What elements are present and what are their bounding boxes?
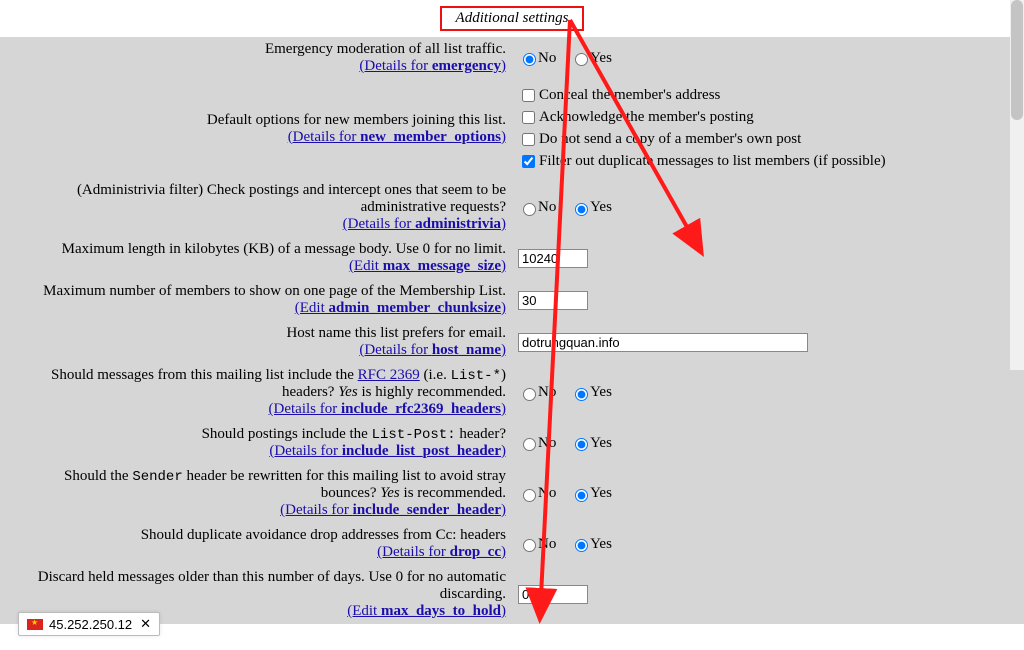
scrollbar-track[interactable]: [1010, 0, 1024, 370]
new-member-options-details-link[interactable]: (Details for new_member_options): [288, 129, 506, 145]
close-icon[interactable]: ✕: [140, 616, 151, 632]
list-post-label: Should postings include the List-Post: h…: [202, 426, 506, 442]
section-title: Additional settings: [440, 6, 585, 31]
administrivia-yes-radio[interactable]: [575, 203, 588, 216]
list-post-no-radio[interactable]: [523, 438, 536, 451]
chunksize-edit-link[interactable]: (Edit admin_member_chunksize): [295, 300, 506, 316]
rfc2369-no-radio[interactable]: [523, 388, 536, 401]
chunksize-input[interactable]: [518, 291, 588, 310]
new-member-options-label: Default options for new members joining …: [207, 112, 506, 128]
rfc2369-details-link[interactable]: (Details for include_rfc2369_headers): [269, 401, 506, 417]
nodup-checkbox[interactable]: [522, 155, 535, 168]
list-post-yes-radio[interactable]: [575, 438, 588, 451]
flag-icon: [27, 619, 43, 630]
administrivia-label: (Administrivia filter) Check postings an…: [77, 182, 506, 215]
host-name-input[interactable]: [518, 333, 808, 352]
emergency-yes-radio[interactable]: [575, 53, 588, 66]
rfc2369-link[interactable]: RFC 2369: [358, 367, 420, 383]
emergency-label: Emergency moderation of all list traffic…: [265, 41, 506, 57]
drop-cc-yes-radio[interactable]: [575, 539, 588, 552]
ack-checkbox[interactable]: [522, 111, 535, 124]
conceal-checkbox[interactable]: [522, 89, 535, 102]
ip-text: 45.252.250.12: [49, 617, 132, 632]
max-days-edit-link[interactable]: (Edit max_days_to_hold): [347, 603, 506, 619]
drop-cc-label: Should duplicate avoidance drop addresse…: [141, 527, 506, 543]
ip-widget[interactable]: 45.252.250.12 ✕: [18, 612, 160, 636]
list-post-details-link[interactable]: (Details for include_list_post_header): [269, 443, 506, 459]
max-days-label: Discard held messages older than this nu…: [38, 569, 506, 602]
emergency-no-radio[interactable]: [523, 53, 536, 66]
settings-table: Additional settings Emergency moderation…: [0, 0, 1024, 624]
chunksize-label: Maximum number of members to show on one…: [43, 283, 506, 299]
host-name-details-link[interactable]: (Details for host_name): [359, 342, 506, 358]
emergency-details-link[interactable]: (Details for emergency): [359, 58, 506, 74]
nocopy-checkbox[interactable]: [522, 133, 535, 146]
rfc2369-label: Should messages from this mailing list i…: [51, 367, 506, 400]
sender-header-label: Should the Sender header be rewritten fo…: [64, 468, 506, 501]
scrollbar-thumb[interactable]: [1011, 0, 1023, 120]
max-message-size-edit-link[interactable]: (Edit max_message_size): [349, 258, 506, 274]
sender-header-no-radio[interactable]: [523, 489, 536, 502]
max-message-size-label: Maximum length in kilobytes (KB) of a me…: [62, 241, 506, 257]
rfc2369-yes-radio[interactable]: [575, 388, 588, 401]
max-days-input[interactable]: [518, 585, 588, 604]
sender-header-yes-radio[interactable]: [575, 489, 588, 502]
drop-cc-details-link[interactable]: (Details for drop_cc): [377, 544, 506, 560]
drop-cc-no-radio[interactable]: [523, 539, 536, 552]
administrivia-no-radio[interactable]: [523, 203, 536, 216]
sender-header-details-link[interactable]: (Details for include_sender_header): [280, 502, 506, 518]
max-message-size-input[interactable]: [518, 249, 588, 268]
host-name-label: Host name this list prefers for email.: [286, 325, 506, 341]
administrivia-details-link[interactable]: (Details for administrivia): [343, 216, 506, 232]
